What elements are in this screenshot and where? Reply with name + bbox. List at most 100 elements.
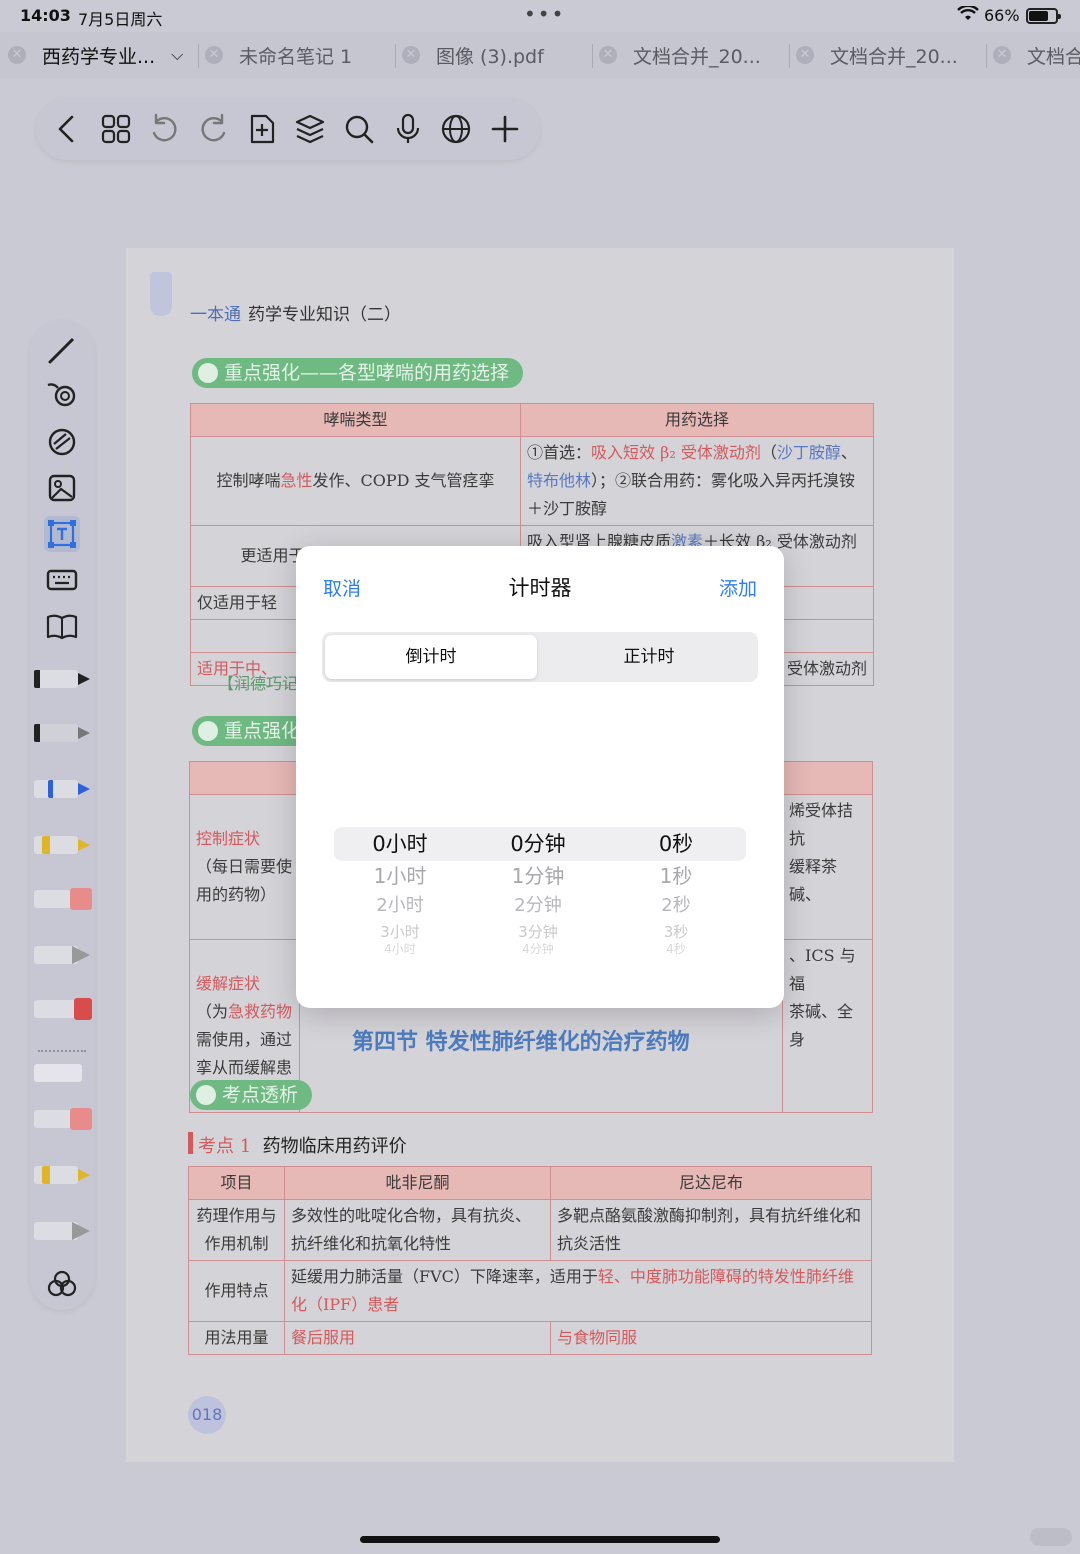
yellow-marker-tool[interactable]	[34, 1162, 92, 1188]
hours-option[interactable]: 4小时	[340, 943, 460, 955]
seconds-option[interactable]: 3秒	[616, 921, 736, 943]
keypoint-heading: 考点 1 药物临床用药评价	[198, 1132, 407, 1158]
running-brand: 一本通	[190, 305, 241, 325]
ballpoint-pen-tool[interactable]	[34, 666, 92, 692]
ruler-tool[interactable]	[34, 1060, 92, 1086]
table-row: 用法用量 餐后服用 与食物同服	[188, 1321, 872, 1355]
document-tab-bar: ✕ 西药学专业... ⌵ ✕ 未命名笔记 1 ✕ 图像 (3).pdf ✕ 文档…	[0, 32, 1080, 78]
battery-percent: 66%	[984, 6, 1020, 25]
cell-text: 急性	[280, 471, 313, 490]
seconds-option[interactable]: 0秒	[616, 827, 736, 861]
stopwatch-segment[interactable]: 正计时	[543, 635, 755, 679]
seconds-option[interactable]: 2秒	[616, 891, 736, 921]
tab-label: 文档合并_20...	[633, 45, 761, 68]
section-pill-label: 重点强化	[224, 720, 301, 742]
text-box-icon[interactable]	[44, 516, 80, 552]
cell-text: 茶碱、全身	[789, 1002, 854, 1049]
keyboard-icon[interactable]	[44, 562, 80, 598]
cell-text: 控制症状	[196, 829, 261, 848]
minutes-option[interactable]: 2分钟	[478, 891, 598, 921]
minutes-option[interactable]: 4分钟	[478, 943, 598, 955]
globe-icon[interactable]	[438, 111, 474, 147]
keypoint-title: 药物临床用药评价	[262, 1136, 407, 1157]
plus-icon[interactable]	[487, 111, 523, 147]
status-date: 7月5日周六	[78, 10, 163, 29]
hours-option[interactable]: 2小时	[340, 891, 460, 921]
sticker-icon[interactable]	[44, 424, 80, 460]
cell-text: （为	[196, 1002, 229, 1021]
search-icon[interactable]	[341, 111, 377, 147]
undo-icon[interactable]	[147, 111, 183, 147]
cell-text: 吸入短效 β₂ 受体激动剂	[591, 443, 761, 462]
close-tab-icon[interactable]: ✕	[8, 46, 26, 64]
status-bar: 14:03 7月5日周六 ••• 66%	[0, 0, 1080, 32]
minutes-option[interactable]: 0分钟	[478, 827, 598, 861]
close-tab-icon[interactable]: ✕	[796, 46, 814, 64]
cell-text: 、	[840, 443, 857, 462]
hours-wheel[interactable]: 0小时 1小时 2小时 3小时 4小时	[340, 827, 460, 955]
tab-untitled-note[interactable]: ✕ 未命名笔记 1	[205, 32, 395, 78]
book-icon[interactable]	[44, 608, 80, 644]
tab-merged-doc-3[interactable]: ✕ 文档合	[993, 32, 1080, 78]
texture-pen-tool[interactable]	[34, 942, 92, 968]
color-palette-icon[interactable]	[44, 1266, 80, 1302]
cell-text: 与食物同服	[550, 1321, 872, 1355]
table-header: 哮喘类型	[190, 403, 521, 437]
red-marker-tool[interactable]	[34, 996, 92, 1022]
cell-text: 餐后服用	[284, 1321, 551, 1355]
add-button[interactable]: 添加	[719, 574, 757, 601]
pattern-pen-tool[interactable]	[34, 1218, 92, 1244]
close-tab-icon[interactable]: ✕	[993, 46, 1011, 64]
tab-merged-doc-1[interactable]: ✕ 文档合并_20...	[599, 32, 789, 78]
hours-option[interactable]: 3小时	[340, 921, 460, 943]
home-indicator[interactable]	[360, 1536, 720, 1543]
cell-text: 挛从而缓解患	[196, 1058, 293, 1077]
fountain-pen-tool[interactable]	[34, 720, 92, 746]
chevron-down-icon[interactable]: ⌵	[171, 45, 183, 65]
cell-text: 多效性的吡啶化合物，具有抗炎、抗纤维化和抗氧化特性	[284, 1199, 551, 1261]
tab-xiyaoxue[interactable]: ✕ 西药学专业... ⌵	[8, 32, 198, 78]
add-page-icon[interactable]	[244, 111, 280, 147]
countdown-segment[interactable]: 倒计时	[325, 635, 537, 679]
tab-image-pdf[interactable]: ✕ 图像 (3).pdf	[402, 32, 592, 78]
close-tab-icon[interactable]: ✕	[599, 46, 617, 64]
pencil-icon[interactable]	[44, 332, 80, 368]
blue-pen-tool[interactable]	[34, 776, 92, 802]
back-icon[interactable]	[50, 111, 86, 147]
seconds-option[interactable]: 1秒	[616, 861, 736, 891]
layers-icon[interactable]	[292, 111, 328, 147]
timer-mode-segmented-control: 倒计时 正计时	[322, 632, 758, 682]
watermark-logo	[1030, 1528, 1072, 1546]
hours-option[interactable]: 0小时	[340, 827, 460, 861]
hours-option[interactable]: 1小时	[340, 861, 460, 891]
image-icon[interactable]	[44, 470, 80, 506]
redo-icon[interactable]	[195, 111, 231, 147]
seconds-wheel[interactable]: 0秒 1秒 2秒 3秒 4秒	[616, 827, 736, 955]
cell-text: ①首选：	[527, 443, 592, 462]
close-tab-icon[interactable]: ✕	[402, 46, 420, 64]
minutes-option[interactable]: 1分钟	[478, 861, 598, 891]
cell-text: 用的药物）	[196, 885, 277, 904]
minutes-wheel[interactable]: 0分钟 1分钟 2分钟 3分钟 4分钟	[478, 827, 598, 955]
yellow-highlighter-tool[interactable]	[34, 832, 92, 858]
tab-label: 文档合并_20...	[830, 45, 958, 68]
eraser-tool[interactable]	[34, 886, 92, 912]
cell-text: 、ICS 与福	[789, 946, 856, 993]
section-pill-label: 重点强化——各型哮喘的用药选择	[224, 362, 510, 384]
grid-icon[interactable]	[98, 111, 134, 147]
cell-text: 缓解症状	[196, 974, 261, 993]
minutes-option[interactable]: 3分钟	[478, 921, 598, 943]
close-tab-icon[interactable]: ✕	[205, 46, 223, 64]
bookmark-icon[interactable]	[150, 272, 172, 316]
pink-eraser-tool[interactable]	[34, 1106, 92, 1132]
mic-icon[interactable]	[390, 111, 426, 147]
seconds-option[interactable]: 4秒	[616, 943, 736, 955]
cell-text: 用法用量	[188, 1321, 285, 1355]
ipf-drug-table: 项目 吡非尼酮 尼达尼布 药理作用与作用机制 多效性的吡啶化合物，具有抗炎、抗纤…	[188, 1166, 872, 1355]
multitasking-dots[interactable]: •••	[524, 2, 565, 26]
lasso-icon[interactable]	[44, 378, 80, 414]
section-pill-label: 考点透析	[222, 1084, 299, 1106]
cell-text: 烯受体拮抗	[789, 801, 854, 848]
tab-merged-doc-2[interactable]: ✕ 文档合并_20...	[796, 32, 986, 78]
cancel-button[interactable]: 取消	[323, 574, 361, 601]
